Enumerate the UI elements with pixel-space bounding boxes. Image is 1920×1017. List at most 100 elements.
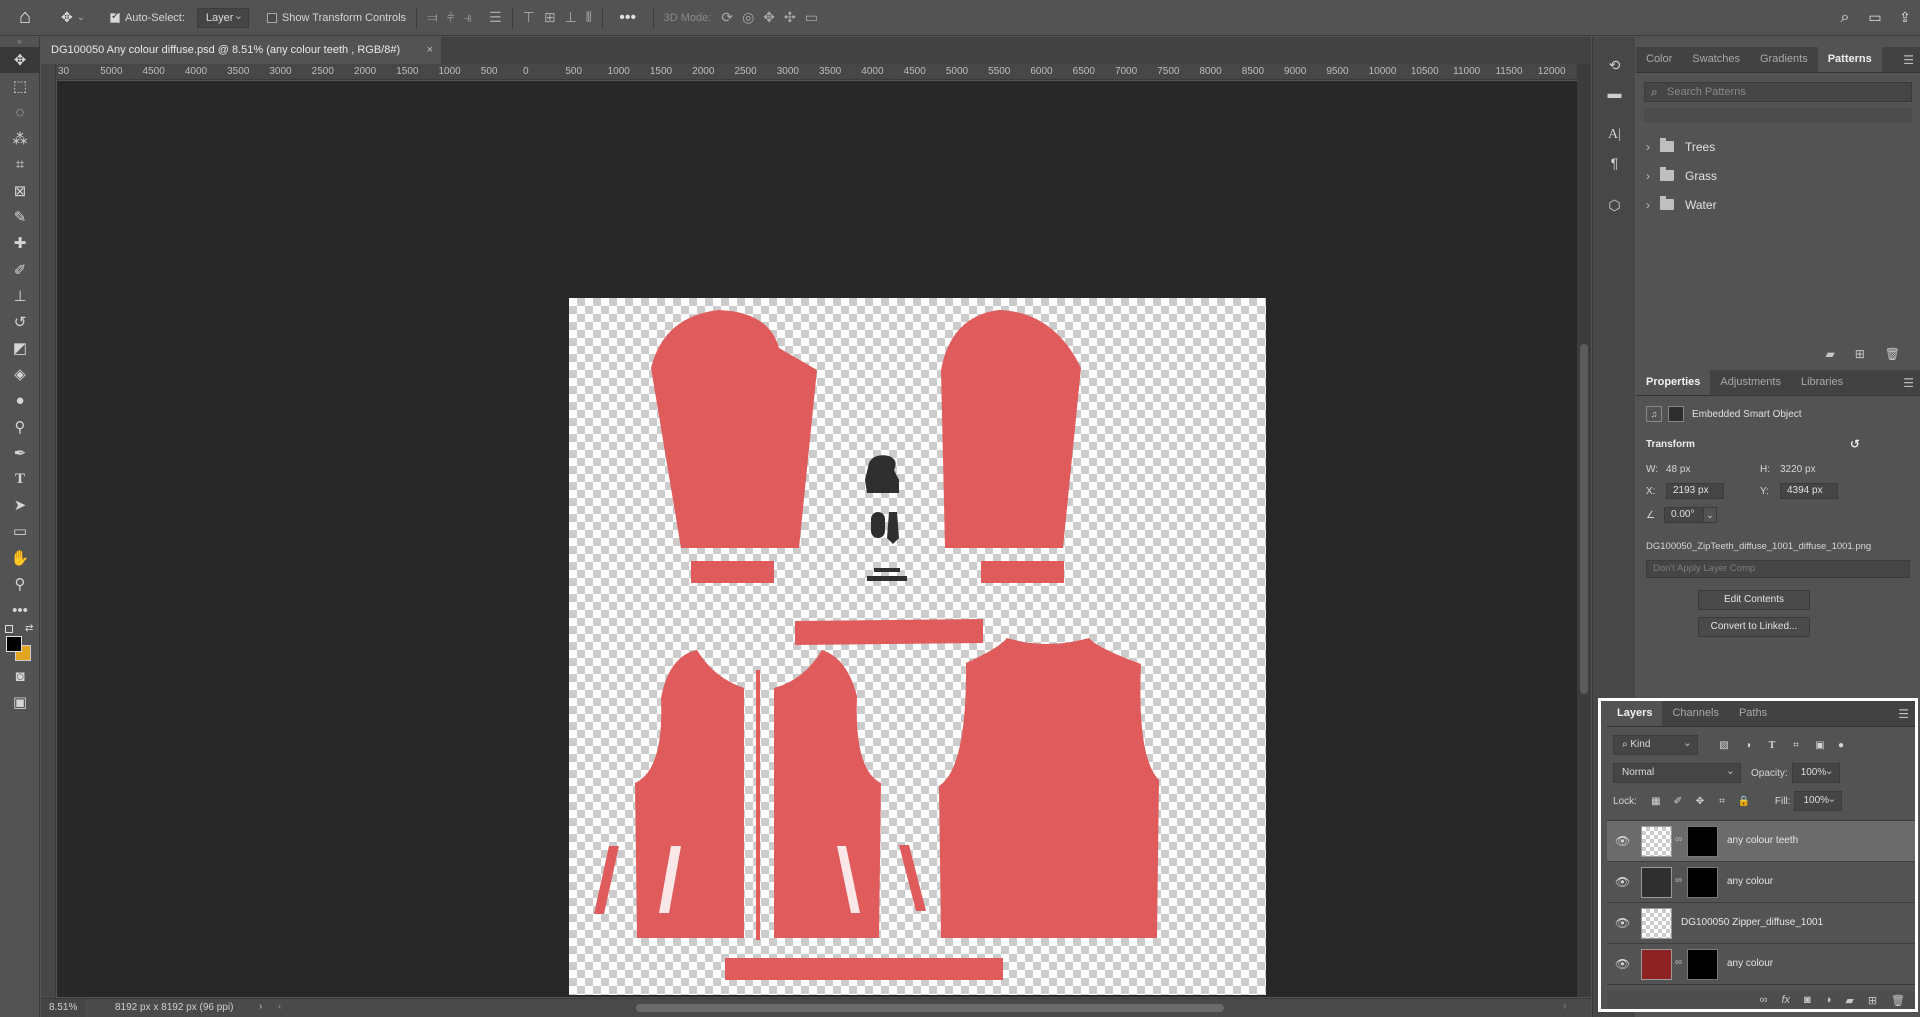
layer-row[interactable]: 👁 ∞ any colour: [1607, 862, 1915, 903]
share-icon[interactable]: ⇪: [1890, 9, 1920, 26]
filter-pixel-icon[interactable]: ▨: [1712, 740, 1736, 751]
visibility-eye-icon[interactable]: 👁: [1615, 916, 1630, 930]
pattern-folder-grass[interactable]: › Grass: [1636, 161, 1920, 190]
workspace-icon[interactable]: ▭: [1860, 9, 1890, 26]
paint-bucket-tool-icon[interactable]: ◈: [0, 361, 40, 387]
crop-tool-icon[interactable]: ⌗: [0, 152, 40, 178]
zoom-tool-icon[interactable]: ⚲: [0, 571, 40, 597]
align-bottom-icon[interactable]: ⊥: [565, 9, 577, 26]
layer-mask-thumbnail[interactable]: [1687, 949, 1718, 980]
layer-comp-dropdown[interactable]: Don't Apply Layer Comp: [1646, 560, 1910, 578]
edit-toolbar-icon[interactable]: •••: [0, 597, 40, 623]
comments-panel-icon[interactable]: ▬: [1593, 79, 1636, 107]
tab-channels[interactable]: Channels: [1662, 701, 1728, 726]
distribute-h-icon[interactable]: ☰: [489, 9, 502, 26]
hand-tool-icon[interactable]: ✋: [0, 545, 40, 571]
tab-color[interactable]: Color: [1636, 47, 1682, 72]
3d-panel-icon[interactable]: ⬡: [1593, 191, 1636, 219]
visibility-eye-icon[interactable]: 👁: [1615, 957, 1630, 971]
pattern-folder-trees[interactable]: › Trees: [1636, 132, 1920, 161]
fill-field[interactable]: 100%: [1794, 790, 1843, 811]
panel-menu-icon[interactable]: ☰: [1903, 376, 1914, 390]
swap-colors-icon[interactable]: ⇄: [25, 623, 33, 634]
new-group-icon[interactable]: ▰: [1825, 347, 1834, 361]
video-camera-icon[interactable]: ▭: [805, 9, 818, 26]
lock-all-icon[interactable]: 🔒: [1733, 796, 1755, 807]
document-tab[interactable]: DG100050 Any colour diffuse.psd @ 8.51% …: [41, 37, 441, 64]
rectangle-tool-icon[interactable]: ▭: [0, 518, 40, 544]
tab-layers[interactable]: Layers: [1607, 701, 1663, 726]
new-pattern-icon[interactable]: ⊞: [1855, 347, 1865, 361]
blend-mode-dropdown[interactable]: Normal: [1613, 762, 1741, 783]
new-group-icon[interactable]: ▰: [1845, 994, 1853, 1007]
align-center-h-icon[interactable]: ⫩: [447, 9, 455, 26]
visibility-eye-icon[interactable]: 👁: [1615, 875, 1630, 889]
height-value[interactable]: 3220 px: [1780, 464, 1816, 475]
default-colors-icon[interactable]: [5, 625, 13, 634]
canvas-area[interactable]: [57, 81, 1577, 997]
align-top-icon[interactable]: ⊤: [523, 9, 535, 26]
collapse-toolbar-icon[interactable]: »: [0, 37, 39, 47]
link-icon[interactable]: ∞: [1675, 834, 1682, 845]
lock-position-icon[interactable]: ✥: [1689, 796, 1711, 807]
distribute-v-icon[interactable]: ⫴: [586, 9, 592, 26]
scroll-left-icon[interactable]: ‹: [278, 1001, 281, 1012]
chevron-down-icon[interactable]: ⌄: [1703, 507, 1717, 523]
reset-transform-icon[interactable]: ↺: [1850, 437, 1860, 451]
layer-name[interactable]: any colour: [1727, 876, 1773, 887]
chevron-down-icon[interactable]: ⌄: [77, 12, 85, 23]
status-more-icon[interactable]: ›: [259, 1001, 262, 1012]
tab-paths[interactable]: Paths: [1729, 701, 1777, 726]
brush-tool-icon[interactable]: ✐: [0, 257, 40, 283]
paragraph-panel-icon[interactable]: ¶: [1593, 149, 1636, 177]
eraser-tool-icon[interactable]: ◩: [0, 335, 40, 361]
delete-icon[interactable]: 🗑: [1891, 994, 1905, 1007]
panel-menu-icon[interactable]: ☰: [1903, 53, 1914, 67]
lock-artboard-icon[interactable]: ⌗: [1711, 796, 1733, 807]
pattern-search-input[interactable]: ⌕ Search Patterns: [1644, 82, 1912, 102]
move-tool-icon[interactable]: ✥: [0, 47, 40, 74]
fx-icon[interactable]: fx: [1781, 994, 1790, 1006]
pen-tool-icon[interactable]: ✒: [0, 440, 40, 466]
width-value[interactable]: 48 px: [1666, 464, 1760, 475]
new-layer-icon[interactable]: ⊞: [1868, 994, 1877, 1007]
align-left-icon[interactable]: ⫤: [427, 9, 438, 26]
layer-mask-thumbnail[interactable]: [1687, 826, 1718, 857]
roll-3d-icon[interactable]: ◎: [742, 9, 754, 26]
vertical-ruler[interactable]: [41, 80, 56, 998]
opacity-field[interactable]: 100%: [1791, 762, 1840, 783]
path-selection-tool-icon[interactable]: ➤: [0, 492, 40, 518]
clone-stamp-tool-icon[interactable]: ⊥: [0, 283, 40, 309]
document-canvas[interactable]: [569, 298, 1266, 995]
ruler-origin[interactable]: [41, 64, 56, 80]
adjustment-layer-icon[interactable]: ◑: [1825, 994, 1832, 1006]
horizontal-scrollbar[interactable]: [636, 1004, 1224, 1012]
auto-select-checkbox[interactable]: [110, 11, 120, 23]
add-mask-icon[interactable]: ◙: [1804, 994, 1811, 1006]
panel-menu-icon[interactable]: ☰: [1898, 707, 1909, 721]
layer-name[interactable]: any colour: [1727, 958, 1773, 969]
filter-smart-object-icon[interactable]: ▣: [1808, 740, 1832, 751]
tab-gradients[interactable]: Gradients: [1750, 47, 1818, 72]
pattern-folder-water[interactable]: › Water: [1636, 190, 1920, 219]
dodge-tool-icon[interactable]: ⚲: [0, 414, 40, 440]
layer-row[interactable]: 👁 ∞ any colour teeth: [1607, 821, 1915, 862]
y-position-field[interactable]: 4394 px: [1780, 483, 1838, 499]
search-icon[interactable]: ⌕: [1830, 9, 1860, 27]
filter-adjustment-icon[interactable]: ◑: [1736, 740, 1760, 751]
tab-adjustments[interactable]: Adjustments: [1710, 370, 1791, 395]
slide-3d-icon[interactable]: ✣: [784, 9, 796, 26]
angle-field[interactable]: 0.00°: [1664, 507, 1704, 523]
filter-shape-icon[interactable]: ⌗: [1784, 740, 1808, 751]
move-tool-icon[interactable]: ✥: [61, 9, 73, 26]
marquee-tool-icon[interactable]: ⬚: [0, 73, 40, 99]
layer-row[interactable]: 👁 DG100050 Zipper_diffuse_1001: [1607, 903, 1915, 944]
horizontal-ruler[interactable]: 30 5000 4500 4000 3500 3000 2500 2000 1500 1000 50…: [56, 64, 1578, 80]
eyedropper-tool-icon[interactable]: ✎: [0, 204, 40, 230]
history-brush-tool-icon[interactable]: ↺: [0, 309, 40, 335]
link-icon[interactable]: ∞: [1675, 957, 1682, 968]
close-document-icon[interactable]: ×: [427, 37, 433, 64]
vertical-scrollbar[interactable]: [1577, 64, 1591, 997]
lock-transparent-icon[interactable]: ▦: [1645, 796, 1667, 807]
layer-row[interactable]: 👁 ∞ any colour: [1607, 944, 1915, 985]
